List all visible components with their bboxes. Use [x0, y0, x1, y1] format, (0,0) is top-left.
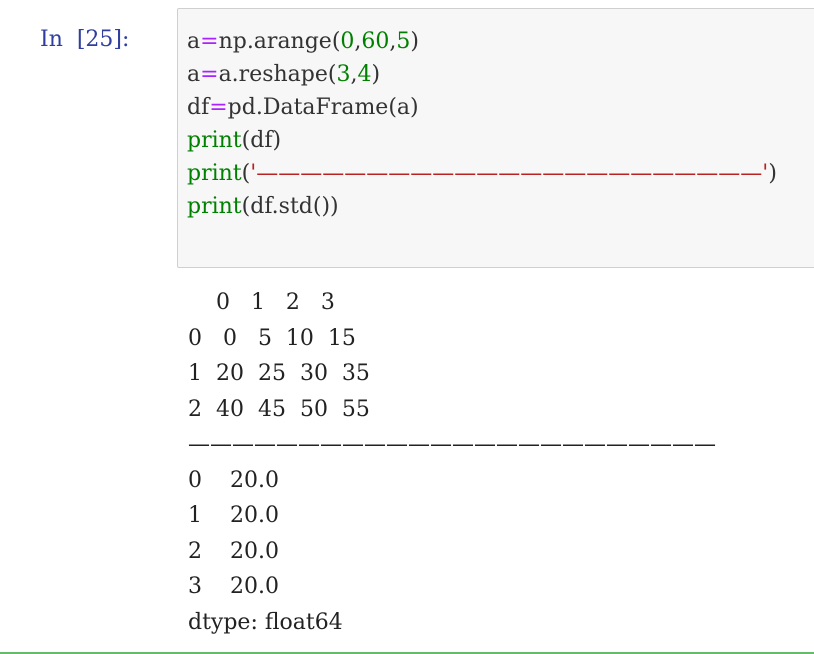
code-token: 60: [361, 29, 390, 54]
code-token: ): [410, 29, 420, 54]
code-line: print(df): [187, 124, 777, 157]
code-token: print: [187, 128, 242, 153]
code-line: df=pd.DataFrame(a): [187, 91, 777, 124]
code-token: =: [200, 62, 219, 87]
code-line: a=a.reshape(3,4): [187, 58, 777, 91]
output-line: 1 20 25 30 35: [188, 361, 370, 386]
code-token: df: [187, 95, 210, 120]
cell-output: 0 1 2 3 0 0 5 10 15 1 20 25 30 35 2 40 45 5…: [188, 285, 716, 640]
code-token: (: [241, 161, 251, 186]
code-token: 0: [340, 29, 355, 54]
code-token: 4: [357, 62, 372, 87]
code-input-area[interactable]: a=np.arange(0,60,5) a=a.reshape(3,4) df=pd…: [177, 8, 814, 268]
code-line: a=np.arange(0,60,5): [187, 25, 777, 58]
code-token: np.arange(: [218, 29, 341, 54]
output-line: dtype: float64: [188, 609, 343, 635]
output-line: 0 0 5 10 15: [188, 325, 356, 351]
code-token: a: [187, 29, 201, 54]
code-token: 3: [336, 62, 351, 87]
code-line: print('———————————————————————'): [187, 157, 777, 190]
code-editor[interactable]: a=np.arange(0,60,5) a=a.reshape(3,4) df=pd…: [187, 25, 777, 223]
code-token: (df.std()): [241, 194, 339, 219]
code-token: pd.DataFrame(a): [227, 95, 419, 120]
input-prompt: In [25]:: [40, 27, 130, 52]
code-token: ): [768, 161, 777, 186]
code-token: a: [187, 62, 201, 87]
code-line: print(df.std()): [187, 190, 777, 223]
output-line: 0 1 2 3: [188, 290, 335, 315]
code-token: a.reshape(: [218, 62, 337, 87]
code-token: print: [187, 194, 242, 219]
code-token: =: [209, 95, 228, 120]
output-line: 3 20.0: [188, 574, 279, 599]
output-line: 0 20.0: [188, 467, 279, 493]
output-line: 2 40 45 50 55: [188, 396, 370, 422]
notebook-code-cell[interactable]: In [25]: a=np.arange(0,60,5) a=a.reshape(…: [0, 0, 814, 654]
code-token: ): [371, 62, 381, 87]
code-token: 5: [396, 29, 411, 54]
output-line: ————————————————————————: [188, 432, 716, 457]
code-token: '———————————————————————': [250, 161, 769, 186]
code-token: print: [187, 161, 242, 186]
code-token: =: [200, 29, 219, 54]
output-line: 1 20.0: [188, 503, 279, 528]
output-line: 2 20.0: [188, 538, 279, 564]
code-token: (df): [241, 128, 282, 153]
